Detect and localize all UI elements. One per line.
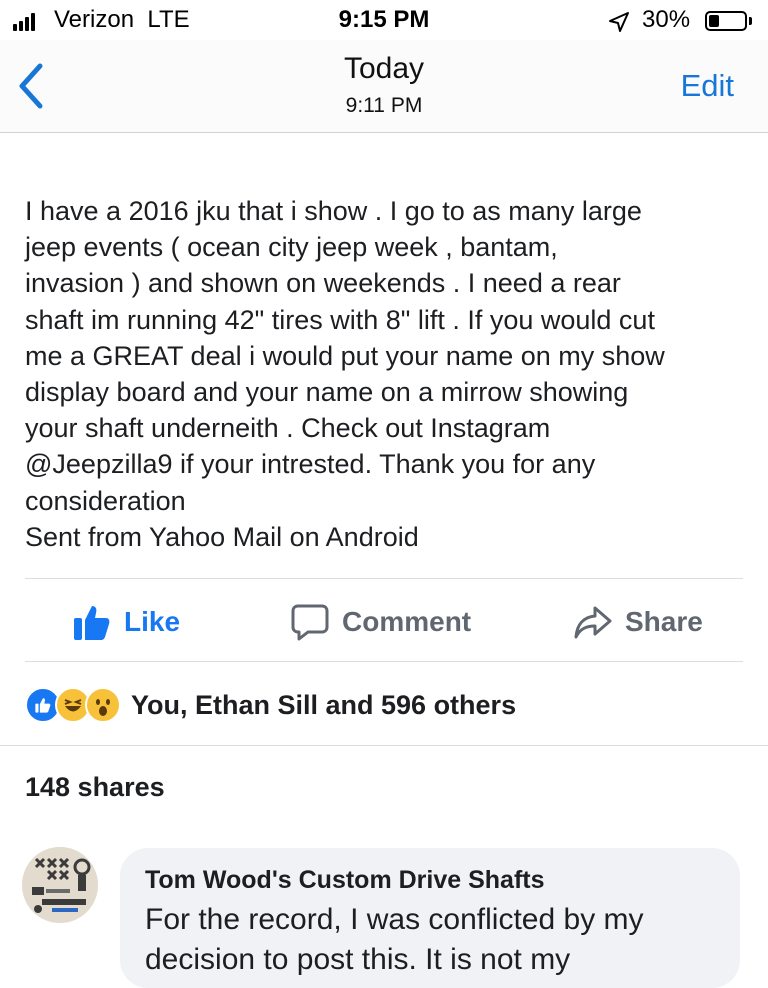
navigation-bar: Today 9:11 PM Edit: [0, 40, 768, 133]
edit-button[interactable]: Edit: [681, 68, 734, 104]
comment-bubble: Tom Wood's Custom Drive Shafts For the r…: [120, 848, 740, 988]
comment-button[interactable]: Comment: [290, 590, 471, 654]
thumbs-up-icon: [74, 606, 110, 640]
thumbs-up-icon: [35, 698, 51, 713]
battery-icon: [705, 11, 747, 31]
share-label: Share: [625, 606, 703, 637]
wow-reaction-icon: [85, 687, 121, 723]
surprised-face-icon: [96, 699, 110, 716]
comment-author[interactable]: Tom Wood's Custom Drive Shafts: [145, 866, 545, 895]
drive-shaft-logo-icon: [22, 847, 98, 923]
status-bar: Verizon LTE 9:15 PM 30%: [0, 0, 768, 40]
comment-bubble-icon: [291, 604, 329, 641]
reaction-summary-text: You, Ethan Sill and 596 others: [131, 689, 517, 720]
comment-label: Comment: [342, 606, 472, 637]
post-actions: Like Comment Share: [0, 590, 768, 654]
nav-subtitle: 9:11 PM: [345, 94, 423, 117]
reactions-summary[interactable]: You, Ethan Sill and 596 others: [25, 683, 516, 727]
shares-count[interactable]: 148 shares: [25, 772, 165, 803]
share-button[interactable]: Share: [573, 590, 703, 654]
divider: [25, 661, 743, 662]
nav-title: Today: [343, 52, 425, 85]
post-text: I have a 2016 jku that i show . I go to …: [25, 196, 665, 552]
location-arrow-icon: [609, 12, 629, 32]
reaction-icons: [25, 687, 121, 723]
battery-percent: 30%: [642, 6, 691, 33]
battery-fill: [709, 15, 719, 27]
laughing-face-icon: [64, 699, 82, 712]
share-arrow-icon: [574, 606, 612, 639]
section-divider: [0, 745, 768, 746]
divider: [25, 578, 743, 579]
battery-tip: [749, 17, 752, 25]
comment-text: For the record, I was conflicted by my d…: [145, 903, 644, 976]
commenter-avatar[interactable]: [22, 847, 98, 923]
like-button[interactable]: Like: [72, 590, 180, 654]
like-label: Like: [124, 606, 181, 637]
